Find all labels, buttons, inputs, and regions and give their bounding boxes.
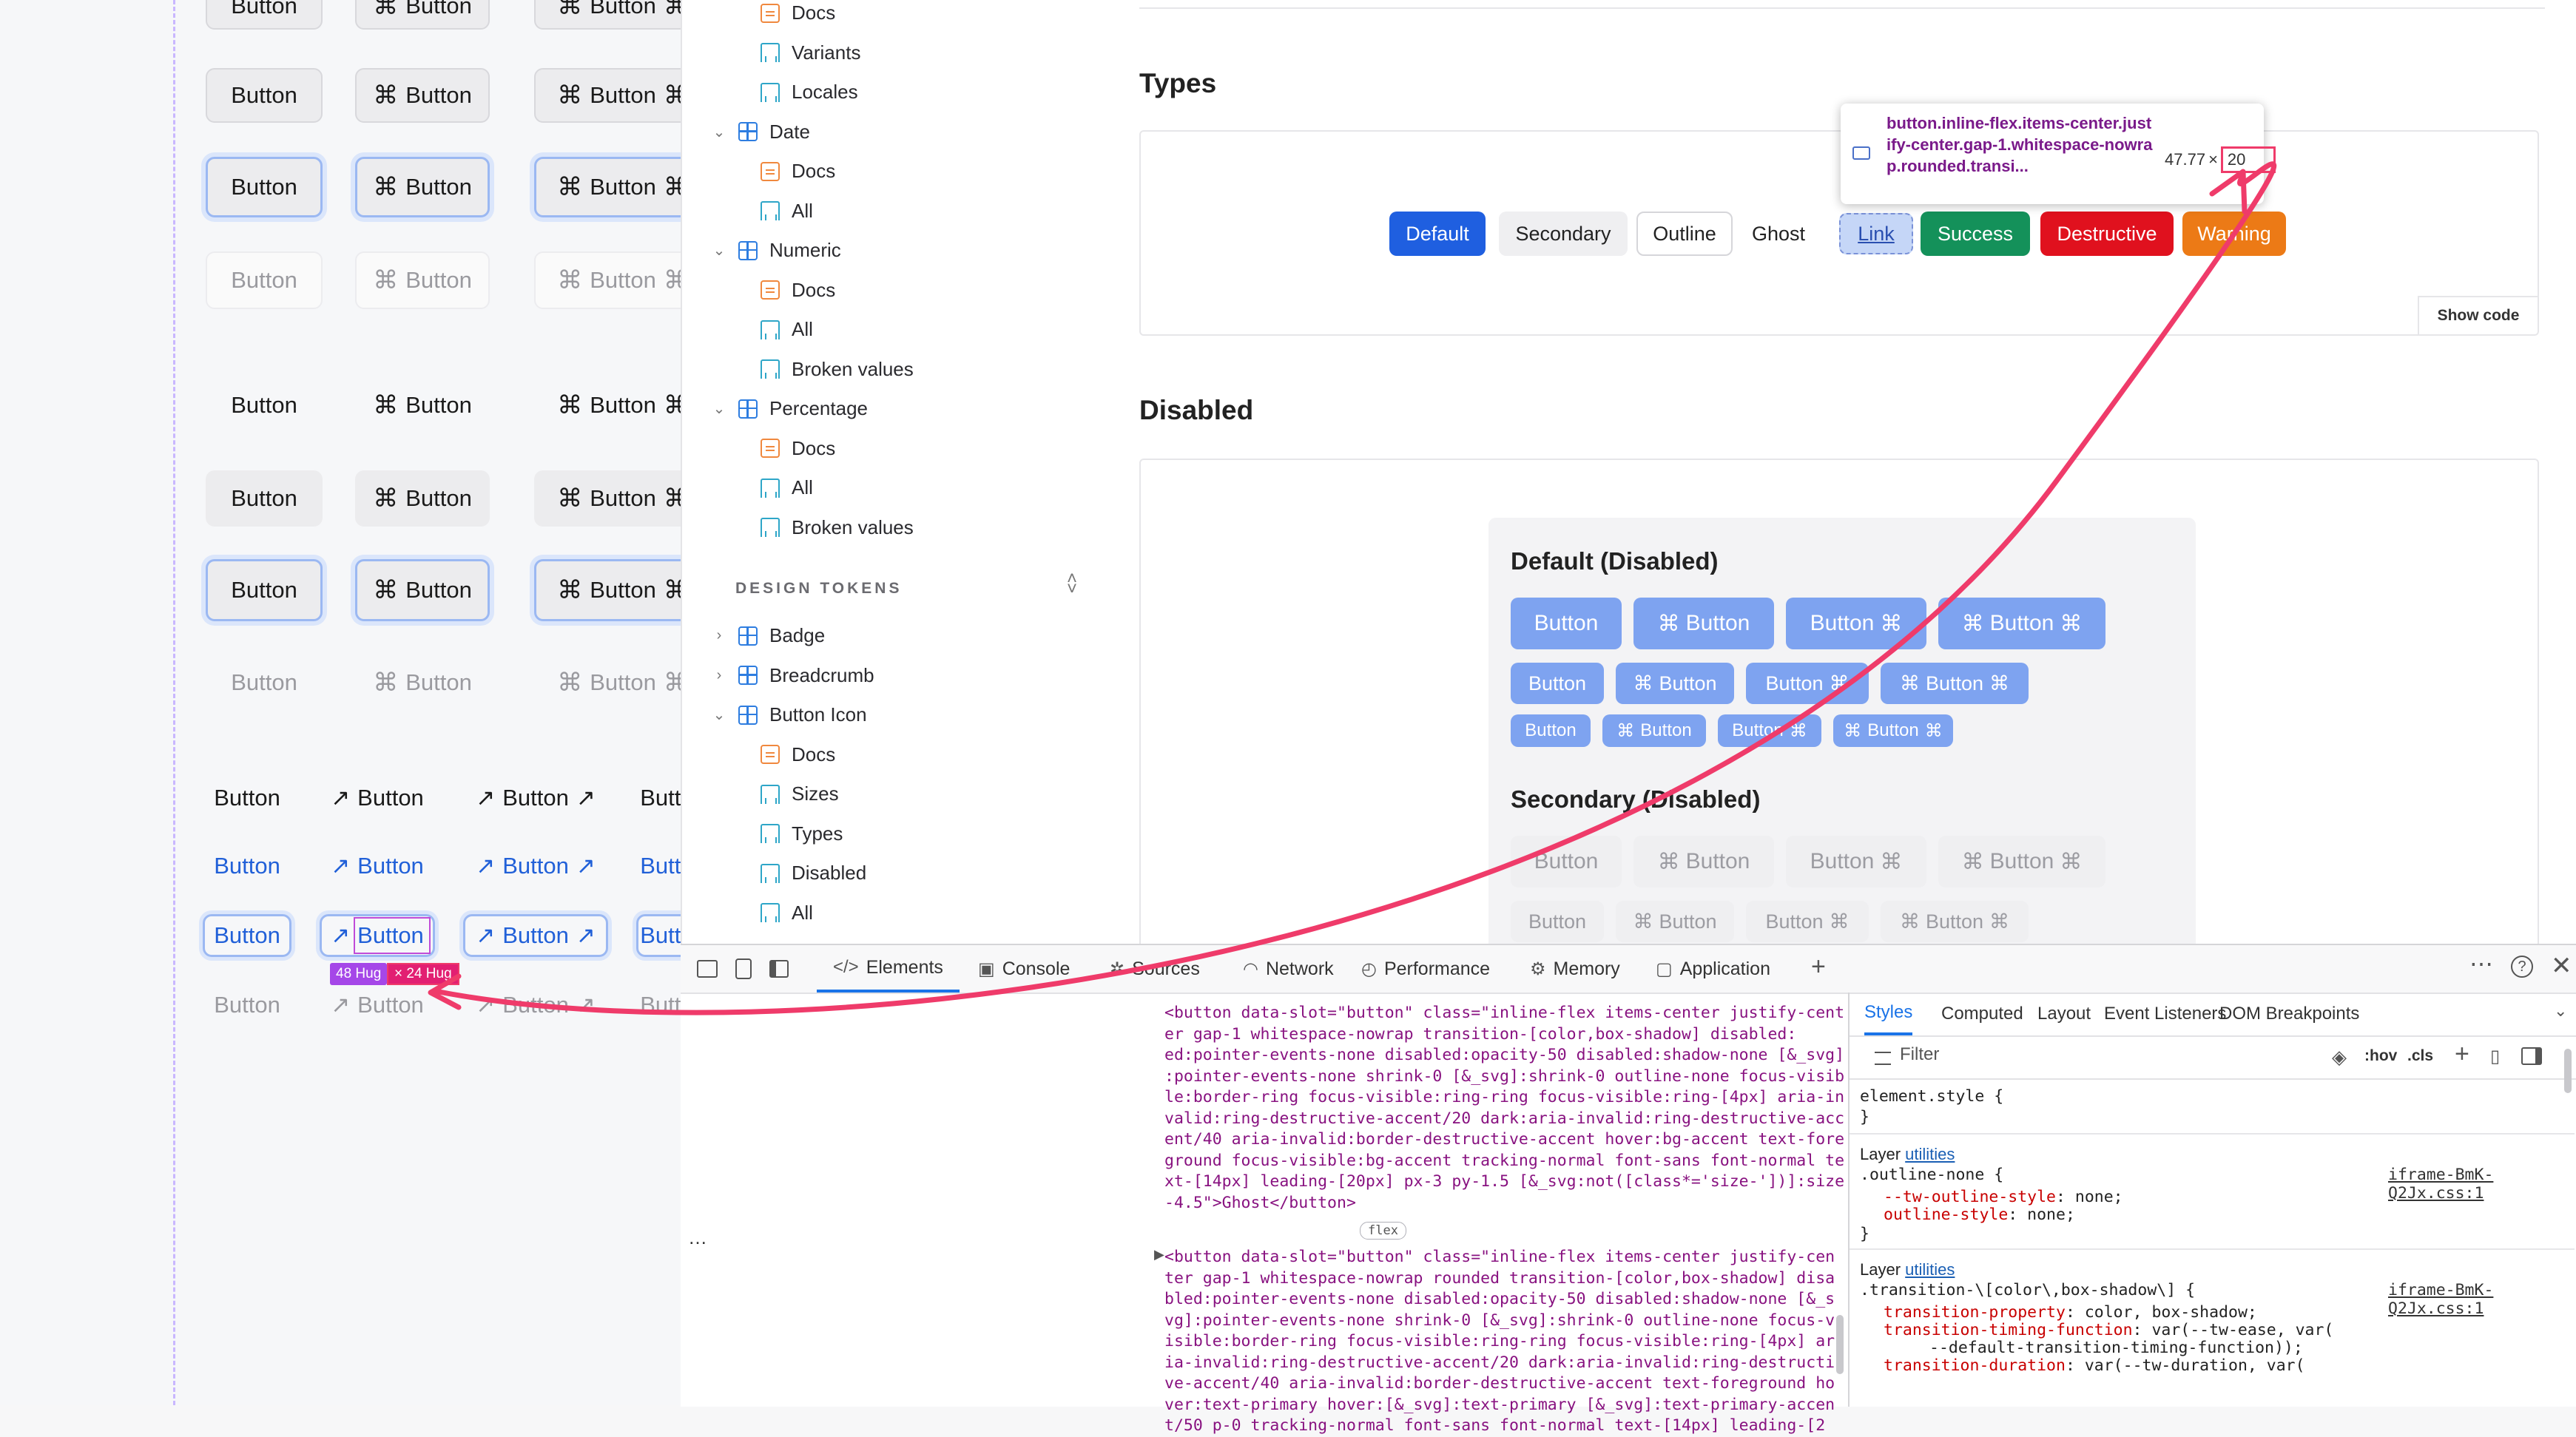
code-line: t/50 p-0 tracking-normal font-sans font-… [1164, 1416, 1826, 1435]
annotation-arrow [428, 161, 2277, 1015]
